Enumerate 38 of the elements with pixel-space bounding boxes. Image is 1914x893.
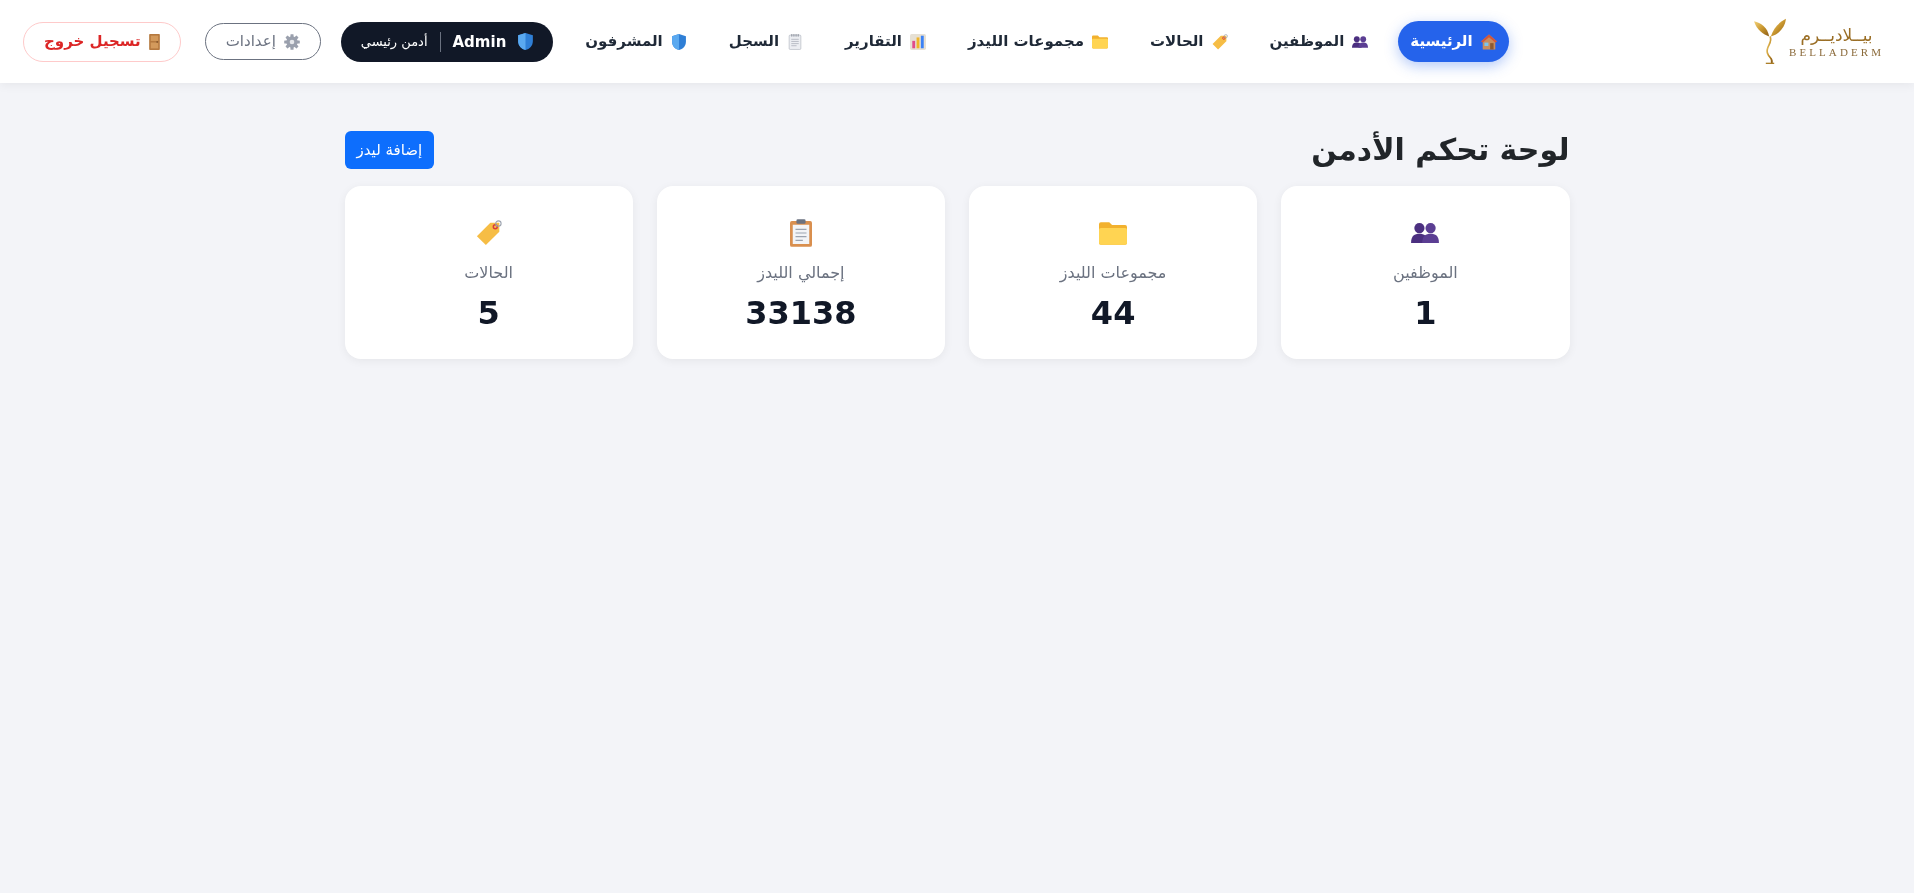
nav-link[interactable]: التقارير: [833, 21, 938, 62]
stat-label: إجمالي الليدز: [757, 262, 845, 285]
user-role: Admin: [452, 31, 507, 52]
settings-icon: [283, 33, 300, 50]
house-icon: [1480, 33, 1497, 50]
shield-icon: [518, 33, 534, 50]
folder-icon: [1092, 33, 1109, 50]
tag-icon: [1211, 33, 1228, 50]
stat-label: الحالات: [464, 262, 513, 284]
stat-label: الموظفين: [1393, 262, 1458, 285]
people-icon: [1411, 223, 1440, 243]
stat-value: 5: [477, 293, 500, 333]
shield-icon: [670, 33, 687, 50]
nav-link[interactable]: السجل: [716, 21, 816, 62]
people-icon: [1352, 33, 1369, 50]
nav-link[interactable]: الحالات: [1138, 21, 1240, 62]
add-lead-button[interactable]: إضافة ليدز: [344, 131, 435, 169]
nav-link[interactable]: الرئيسية: [1398, 21, 1509, 62]
nav-link[interactable]: المشرفون: [573, 21, 699, 62]
nav-link[interactable]: مجموعات الليدز: [955, 21, 1121, 62]
user-name: أدمن رئيسي: [360, 32, 428, 52]
stat-label: مجموعات الليدز: [1059, 262, 1167, 285]
stat-value: 33138: [745, 293, 857, 333]
page-title: لوحة تحكم الأدمن: [1311, 130, 1570, 170]
brand-subtitle: BELLADERM: [1789, 45, 1884, 59]
logout-button[interactable]: تسجيل خروج: [23, 21, 181, 62]
settings-button[interactable]: إعدادات: [204, 23, 321, 60]
leaf-logo-drawing: [1753, 18, 1788, 65]
notepad-icon: [787, 33, 804, 50]
stat-value: 44: [1090, 293, 1136, 333]
tag-icon: [475, 220, 502, 246]
nav-link[interactable]: الموظفين: [1257, 21, 1381, 62]
door-icon: [148, 33, 160, 50]
brand-name: بيــلاديــرم: [1800, 24, 1873, 45]
stat-value: 1: [1414, 293, 1437, 333]
folder-icon: [1099, 221, 1128, 245]
bar-chart-icon: [909, 33, 926, 50]
clipboard-icon: [789, 219, 812, 247]
